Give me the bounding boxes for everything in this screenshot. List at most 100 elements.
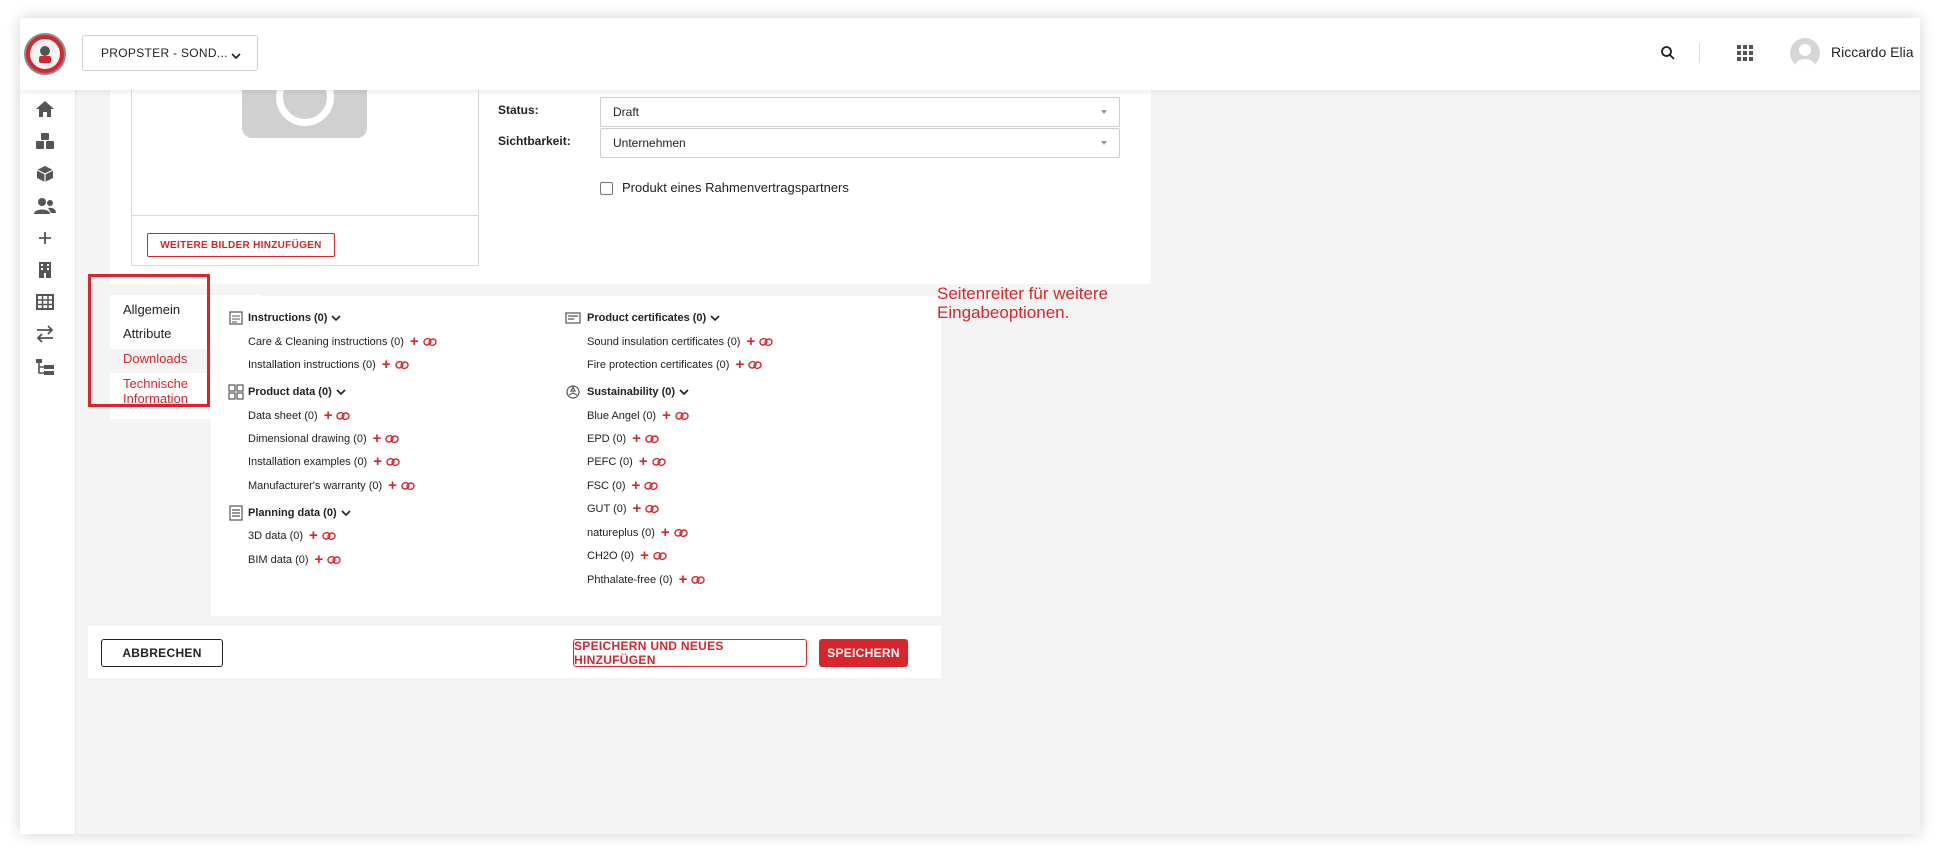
add-icon[interactable]: + [632,478,641,493]
add-icon[interactable]: + [633,501,642,516]
add-icon[interactable]: + [632,431,641,446]
section-product-certificates-title: Product certificates (0) [587,312,707,324]
link-icon[interactable] [644,481,658,491]
list-item: CH2O (0) + [587,548,667,563]
item-label: natureplus (0) [587,527,655,539]
add-icon[interactable]: + [309,528,318,543]
link-icon[interactable] [759,337,773,347]
item-label: EPD (0) [587,433,627,445]
link-icon[interactable] [422,337,437,347]
save-button[interactable]: SPEICHERN [819,639,908,667]
section-planning-data-title: Planning data (0) [248,507,337,519]
chevron-down-icon [341,509,351,516]
list-item: FSC (0) + [587,478,658,493]
section-instructions[interactable]: Instructions (0) [248,312,342,324]
add-icon[interactable]: + [373,454,382,469]
visibility-value: Unternehmen [613,136,686,150]
add-icon[interactable]: + [315,552,324,567]
link-icon[interactable] [653,551,667,561]
user-name[interactable]: Riccardo Elia [1831,44,1913,60]
list-item: Data sheet (0) + [248,408,351,423]
link-icon[interactable] [386,457,400,467]
add-icon[interactable]: + [640,548,649,563]
caret-down-icon [1101,110,1107,114]
add-icon[interactable]: + [324,408,333,423]
add-icon[interactable]: + [735,357,744,372]
avatar[interactable] [1790,38,1820,68]
link-icon[interactable] [645,504,659,514]
section-product-certificates[interactable]: Product certificates (0) [587,312,720,324]
list-item: natureplus (0) + [587,525,688,540]
sidebar [20,90,76,834]
link-icon[interactable] [385,434,400,444]
section-product-data[interactable]: Product data (0) [248,386,346,398]
visibility-select[interactable]: Unternehmen [600,128,1120,158]
link-icon[interactable] [691,575,706,585]
planning-data-icon [228,505,244,521]
item-label: Care & Cleaning instructions (0) [248,336,404,348]
link-icon[interactable] [336,411,351,421]
certificate-icon [565,310,581,326]
framework-partner-checkbox[interactable] [600,182,613,195]
list-item: BIM data (0) + [248,552,341,567]
hierarchy-icon[interactable] [33,355,57,379]
section-sustainability[interactable]: Sustainability (0) [587,386,689,398]
link-icon[interactable] [401,481,415,491]
link-icon[interactable] [394,360,409,370]
list-item: Blue Angel (0) + [587,408,689,423]
search-icon[interactable] [1660,45,1678,63]
table-icon[interactable] [33,290,57,314]
add-icon[interactable]: + [746,334,755,349]
link-icon[interactable] [645,434,659,444]
users-icon[interactable] [33,194,57,218]
link-icon[interactable] [327,555,341,565]
list-item: Fire protection certificates (0) + [587,357,762,372]
link-icon[interactable] [748,360,762,370]
boxes-icon[interactable] [33,129,57,153]
chevron-down-icon [336,388,346,395]
camera-placeholder-icon [242,68,367,138]
item-label: GUT (0) [587,503,627,515]
status-select[interactable]: Draft [600,97,1120,127]
divider [1699,43,1700,63]
add-icon[interactable]: + [373,431,382,446]
cancel-button[interactable]: ABBRECHEN [101,639,223,667]
add-icon[interactable]: + [639,454,648,469]
item-label: CH2O (0) [587,550,635,562]
chevron-down-icon [679,388,689,395]
building-icon[interactable] [33,258,57,282]
project-selector-label: PROPSTER - SOND... [101,46,228,60]
chevron-down-icon [710,314,720,321]
link-icon[interactable] [673,528,688,538]
project-selector[interactable]: PROPSTER - SOND... [82,35,258,71]
apps-grid-icon[interactable] [1736,44,1756,64]
section-sustainability-title: Sustainability (0) [587,386,676,398]
add-icon[interactable]: + [410,334,419,349]
add-images-button[interactable]: WEITERE BILDER HINZUFÜGEN [147,233,335,257]
item-label: 3D data (0) [248,530,304,542]
link-icon[interactable] [651,457,666,467]
item-label: Manufacturer's warranty (0) [248,480,383,492]
home-icon[interactable] [33,97,57,121]
item-label: Fire protection certificates (0) [587,359,730,371]
annotation-highlight-box [88,274,210,407]
item-label: Sound insulation certificates (0) [587,336,741,348]
item-label: PEFC (0) [587,456,633,468]
cube-icon[interactable] [33,162,57,186]
link-icon[interactable] [322,531,336,541]
list-item: Installation examples (0) + [248,454,400,469]
save-and-new-button[interactable]: SPEICHERN UND NEUES HINZUFÜGEN [573,639,807,667]
section-planning-data[interactable]: Planning data (0) [248,507,351,519]
add-icon[interactable]: + [679,572,688,587]
add-icon[interactable]: + [382,357,391,372]
list-item: Phthalate-free (0) + [587,572,706,587]
add-icon[interactable]: + [661,525,670,540]
list-item: GUT (0) + [587,501,659,516]
link-icon[interactable] [675,411,689,421]
company-logo[interactable] [24,33,66,75]
transfer-icon[interactable] [33,322,57,346]
plus-icon[interactable] [33,226,57,250]
add-icon[interactable]: + [662,408,671,423]
add-icon[interactable]: + [388,478,397,493]
item-label: Dimensional drawing (0) [248,433,367,445]
